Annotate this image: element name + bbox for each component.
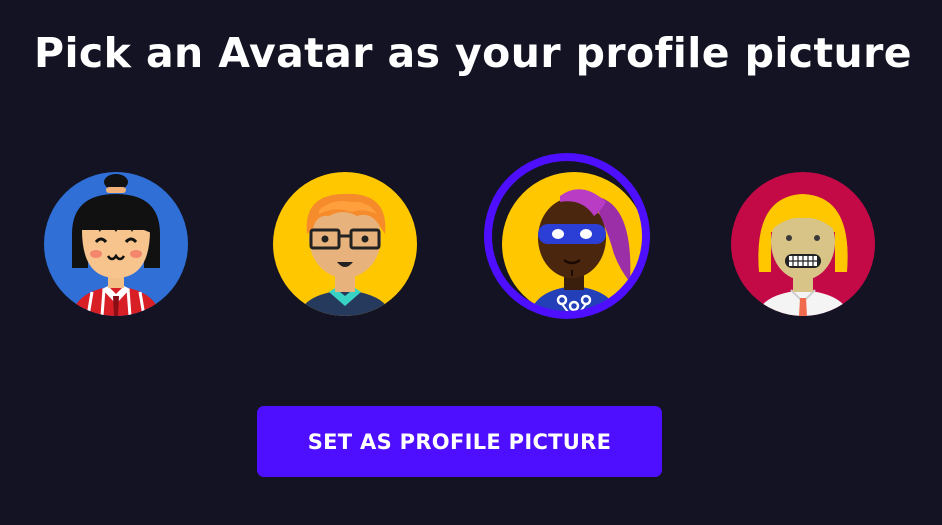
avatar-option-2[interactable] — [273, 172, 417, 316]
avatar-option-4[interactable] — [731, 172, 875, 316]
avatar-girl-topknot-image — [44, 172, 188, 316]
avatar-blonde-grin-image — [731, 172, 875, 316]
avatar-boy-glasses-image — [273, 172, 417, 316]
set-profile-picture-button[interactable]: SET AS PROFILE PICTURE — [257, 406, 662, 477]
selected-avatar-ring — [484, 153, 650, 319]
avatar-option-1[interactable] — [44, 172, 188, 316]
